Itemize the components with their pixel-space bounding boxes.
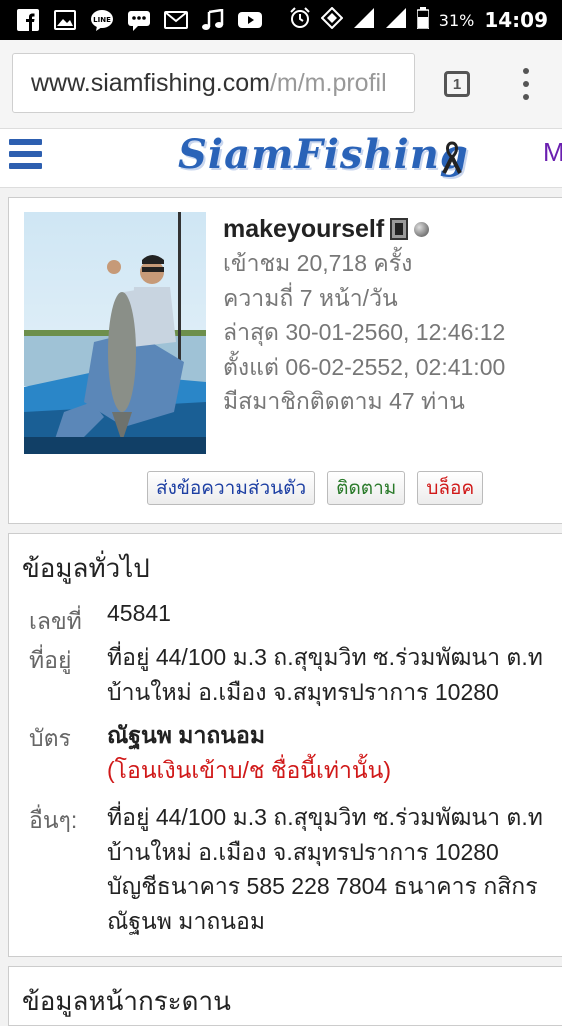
line-icon: LINE (90, 9, 114, 31)
facebook-icon (16, 9, 40, 31)
gmail-icon (164, 9, 188, 31)
offline-status-icon (414, 221, 430, 237)
other-line: บ้านใหม่ อ.เมือง จ.สมุทรปราการ 10280 (107, 838, 499, 865)
address-line: บ้านใหม่ อ.เมือง จ.สมุทรปราการ 10280 (107, 678, 499, 705)
block-button[interactable]: บล็อค (417, 471, 484, 505)
profile-photo (24, 212, 206, 454)
address-value: ที่อยู่ 44/100 ม.3 ถ.สุขุมวิท ซ.ร่วมพัฒน… (107, 640, 543, 709)
member-since: ตั้งแต่ 06-02-2552, 02:41:00 (223, 353, 506, 380)
youtube-icon (238, 9, 262, 31)
profile-card: makeyourself เข้าชม 20,718 ครั้ง ความถี่… (8, 197, 562, 524)
other-line: บัญชีธนาคาร 585 228 7804 ธนาคาร กสิกร (107, 873, 538, 899)
card-note: (โอนเงินเข้าบ/ช ชื่อนี้เท่านั้น) (107, 756, 392, 783)
other-line: ที่อยู่ 44/100 ม.3 ถ.สุขุมวิท ซ.ร่วมพัฒน… (107, 804, 543, 830)
site-header: SiamFishing M (0, 129, 562, 188)
profile-actions: ส่งข้อความส่วนตัว ติดตาม บล็อค (147, 471, 484, 505)
follow-button[interactable]: ติดตาม (327, 471, 406, 505)
data-saver-icon (320, 6, 344, 33)
card-holder-name: ณัฐนพ มาถนอม (107, 722, 266, 748)
username-row: makeyourself (223, 212, 562, 246)
member-card-icon (390, 218, 409, 240)
address-label: ที่อยู่ (29, 647, 72, 673)
battery-percent: 31% (438, 10, 475, 30)
section-title: ข้อมูลหน้ากระดาน (22, 986, 231, 1016)
member-id-label: เลขที่ (29, 608, 82, 634)
profile-info: makeyourself เข้าชม 20,718 ครั้ง ความถี่… (223, 212, 562, 419)
views-count: เข้าชม 20,718 ครั้ง (223, 250, 413, 276)
card-value: ณัฐนพ มาถนอม (โอนเงินเข้าบ/ช ชื่อนี้เท่า… (107, 718, 391, 787)
last-seen: ล่าสุด 30-01-2560, 12:46:12 (223, 319, 506, 345)
battery-icon (416, 7, 430, 33)
general-info-card: ข้อมูลทั่วไป เลขที่ 45841 ที่อยู่ ที่อยู… (8, 533, 562, 957)
messenger-icon (127, 9, 151, 31)
card-label: บัตร (29, 725, 71, 751)
url-host: www.siamfishing.com (31, 68, 270, 97)
address-line: ที่อยู่ 44/100 ม.3 ถ.สุขุมวิท ซ.ร่วมพัฒน… (107, 644, 543, 670)
overflow-menu-icon[interactable] (514, 66, 538, 102)
gallery-icon (53, 9, 77, 31)
browser-toolbar: www.siamfishing.com/m/m.profil 1 (0, 40, 562, 129)
section-title: ข้อมูลทั่วไป (22, 553, 150, 583)
send-message-button[interactable]: ส่งข้อความส่วนตัว (147, 471, 316, 505)
other-line: ณัฐนพ มาถนอม (107, 907, 266, 934)
visit-frequency: ความถี่ 7 หน้า/วัน (223, 284, 398, 311)
board-info-card: ข้อมูลหน้ากระดาน (8, 966, 562, 1026)
site-logo[interactable]: SiamFishing (178, 131, 469, 178)
clock: 14:09 (484, 8, 548, 32)
black-ribbon-icon (440, 141, 464, 179)
url-path: /m/m.profil (269, 68, 387, 97)
signal-icon-2 (385, 7, 407, 33)
username[interactable]: makeyourself (223, 215, 384, 244)
hamburger-menu-icon[interactable] (9, 139, 42, 169)
signal-icon (353, 7, 375, 33)
tab-switcher-button[interactable]: 1 (444, 71, 470, 97)
svg-text:LINE: LINE (93, 16, 111, 24)
other-value: ที่อยู่ 44/100 ม.3 ถ.สุขุมวิท ซ.ร่วมพัฒน… (107, 800, 543, 938)
other-label: อื่นๆ: (29, 807, 78, 833)
member-id-value: 45841 (107, 600, 171, 626)
music-icon (201, 9, 225, 31)
followers-count: มีสมาชิกติดตาม 47 ท่าน (223, 388, 465, 414)
header-cut-text[interactable]: M (543, 137, 562, 168)
status-bar: LINE 31% 14:09 (0, 0, 562, 40)
alarm-icon (289, 7, 311, 33)
url-bar[interactable]: www.siamfishing.com/m/m.profil (12, 53, 415, 113)
